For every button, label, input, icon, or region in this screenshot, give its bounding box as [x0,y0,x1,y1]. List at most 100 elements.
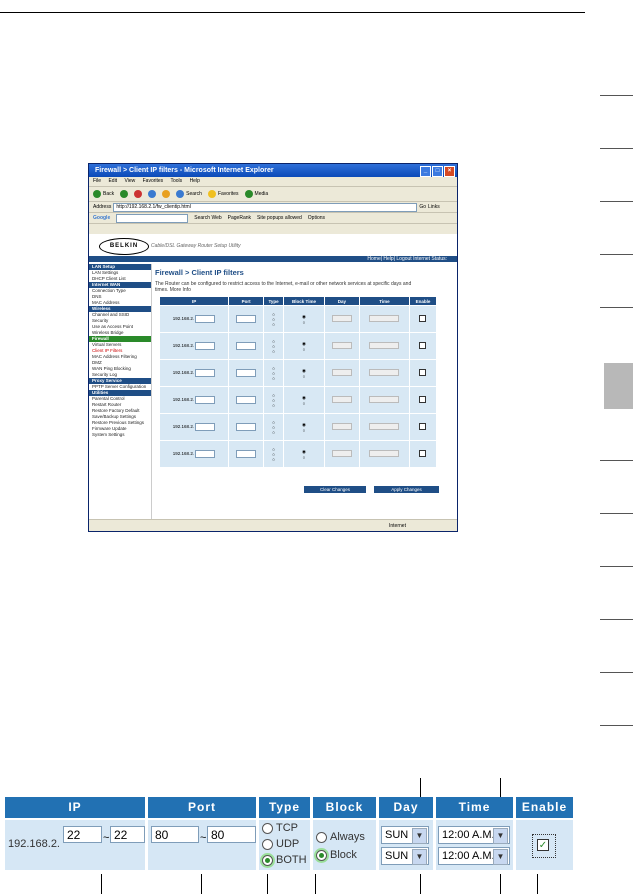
menu-favorites[interactable]: Favorites [143,178,164,184]
links-label[interactable]: Links [428,202,440,212]
search-label: Search [186,191,202,197]
menu-view[interactable]: View [124,178,135,184]
apply-changes-button[interactable]: Apply Changes [374,486,439,493]
menu-help[interactable]: Help [190,178,200,184]
row-enable-checkbox[interactable] [419,450,427,457]
options-button[interactable]: Options [308,213,325,223]
close-icon[interactable]: × [444,166,455,177]
refresh-icon[interactable] [148,190,157,198]
nav-item[interactable]: System Settings [89,432,151,438]
row-block-radios[interactable]: ◉ ○ [302,449,306,460]
table-cell [408,413,438,441]
row-port-input[interactable] [236,314,257,323]
time-to-select[interactable]: 12:00 A.M. ▼ [438,847,510,865]
radio-icon [262,822,273,834]
row-day-select[interactable] [331,315,352,322]
home-icon[interactable] [162,190,171,198]
row-port-input[interactable] [236,422,257,431]
menu-tools[interactable]: Tools [170,178,182,184]
row-time-select[interactable] [369,396,400,403]
window-titlebar: Firewall > Client IP filters - Microsoft… [89,164,457,177]
time-from-select[interactable]: 12:00 A.M. ▼ [438,826,510,844]
row-enable-checkbox[interactable] [419,315,427,322]
row-day-select[interactable] [331,423,352,430]
popups-button[interactable]: Site popups allowed [257,213,302,223]
time-cell: 12:00 A.M. ▼ 12:00 A.M. ▼ [436,820,513,870]
day-from-select[interactable]: SUN ▼ [381,826,429,844]
row-ip-input[interactable] [195,423,216,431]
google-search-input[interactable] [116,213,189,223]
ip-from-input[interactable]: 22 [63,826,102,843]
row-time-select[interactable] [369,369,400,376]
media-button[interactable]: Media [244,187,268,201]
filter-row: 192.168.2. ○ ○ ○ ◉ ○ [158,413,438,441]
row-day-select[interactable] [331,396,352,403]
menu-edit[interactable]: Edit [108,178,117,184]
menu-bar: File Edit View Favorites Tools Help [89,177,457,187]
row-block-radios[interactable]: ◉ ○ [302,314,306,325]
block-always-radio[interactable]: Always [316,831,365,843]
row-port-input[interactable] [236,395,257,404]
row-enable-checkbox[interactable] [419,369,427,376]
row-type-radios[interactable]: ○ ○ ○ [272,339,275,354]
row-ip-input[interactable] [195,396,216,404]
row-block-radios[interactable]: ◉ ○ [302,422,306,433]
top-links[interactable]: Home| Help| Logout Internet Status: [367,256,447,262]
table-cell: ○ ○ ○ [263,332,285,360]
row-block-radios[interactable]: ◉ ○ [302,341,306,352]
row-type-radios[interactable]: ○ ○ ○ [272,393,275,408]
enable-checkbox[interactable]: ✓ [537,839,549,851]
row-block-radios[interactable]: ◉ ○ [302,395,306,406]
back-button[interactable]: Back [93,187,114,201]
stop-icon[interactable] [134,190,143,198]
forward-arrow-icon[interactable] [120,190,129,198]
row-ip-input[interactable] [195,315,216,323]
search-button[interactable]: Search [176,187,202,201]
favorites-button[interactable]: Favorites [207,187,239,201]
table-cell [323,440,360,468]
detail-header-type: Type [259,797,310,818]
type-udp-radio[interactable]: UDP [262,838,299,850]
row-ip-input[interactable] [195,342,216,350]
go-button[interactable]: Go [419,202,426,212]
row-type-radios[interactable]: ○ ○ ○ [272,366,275,381]
maximize-icon[interactable]: □ [432,166,443,177]
row-ip-input[interactable] [195,450,216,458]
day-to-select[interactable]: SUN ▼ [381,847,429,865]
row-enable-checkbox[interactable] [419,423,427,430]
row-enable-checkbox[interactable] [419,396,427,403]
row-ip-input[interactable] [195,369,216,377]
row-port-input[interactable] [236,449,257,458]
type-both-radio[interactable]: BOTH [262,854,307,866]
search-web-button[interactable]: Search Web [194,213,221,223]
block-block-radio[interactable]: Block [316,849,357,861]
row-port-input[interactable] [236,341,257,350]
row-block-radios[interactable]: ◉ ○ [302,368,306,379]
type-tcp-radio[interactable]: TCP [262,822,298,834]
clear-changes-button[interactable]: Clear Changes [304,486,366,493]
row-time-select[interactable] [369,342,400,349]
page-title: Firewall > Client IP filters [155,268,244,277]
table-cell: 192.168.2. [158,305,230,333]
port-to-input[interactable]: 80 [207,826,256,843]
menu-file[interactable]: File [93,178,101,184]
row-time-select[interactable] [369,423,400,430]
row-type-radios[interactable]: ○ ○ ○ [272,312,275,327]
address-input[interactable]: http://192.168.2.1/fw_clientip.html [113,202,418,212]
ip-to-input[interactable]: 22 [110,826,145,843]
row-type-radios[interactable]: ○ ○ ○ [272,447,275,462]
minimize-icon[interactable]: _ [420,166,431,177]
col-port: Port [228,296,265,306]
row-day-select[interactable] [331,450,352,457]
chevron-down-icon: ▼ [493,828,508,844]
table-cell: ◉ ○ [283,332,325,360]
row-day-select[interactable] [331,369,352,376]
row-time-select[interactable] [369,315,400,322]
row-time-select[interactable] [369,450,400,457]
port-from-input[interactable]: 80 [151,826,199,843]
row-enable-checkbox[interactable] [419,342,427,349]
row-port-input[interactable] [236,368,257,377]
row-type-radios[interactable]: ○ ○ ○ [272,420,275,435]
row-day-select[interactable] [331,342,352,349]
table-cell [408,440,438,468]
